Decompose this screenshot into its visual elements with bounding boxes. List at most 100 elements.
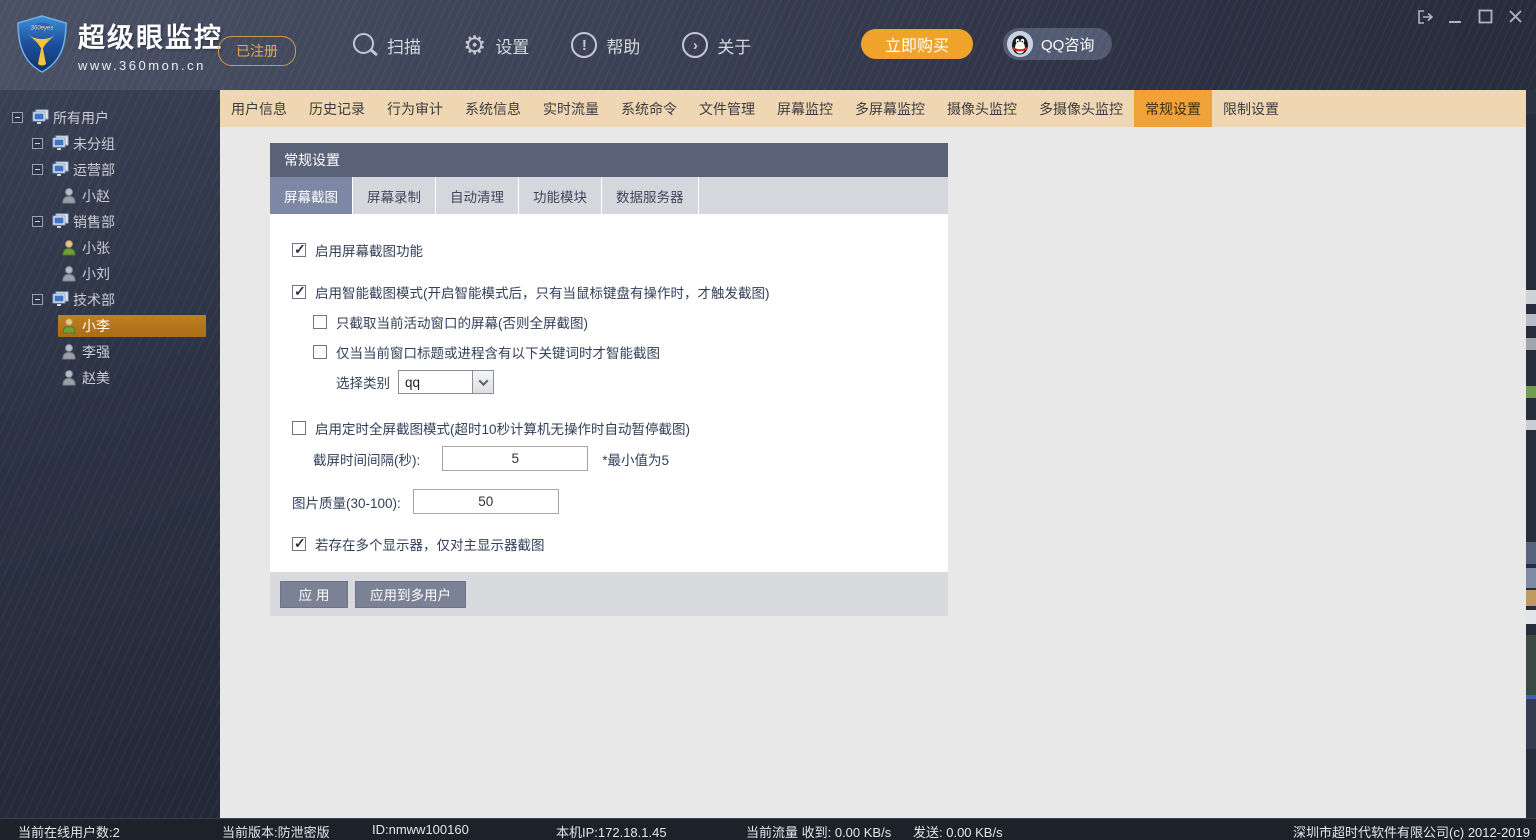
tree-item-label: 小赵 [82,186,110,206]
user-online-icon [60,317,78,334]
help-icon: ! [571,32,597,58]
tree-item-label: 小李 [82,316,110,336]
collapse-toggle-icon[interactable] [32,164,43,175]
active-window-only-checkbox[interactable] [313,315,327,329]
app-title: 超级眼监控 [78,16,223,55]
status-id: ID:nmww100160 [372,822,469,837]
tree-item-user-xiaoliu[interactable]: 小刘 [0,262,220,285]
maximize-icon[interactable] [1477,8,1494,25]
tree-item-user-liqiang[interactable]: 李强 [0,340,220,363]
tree-item-ungrouped[interactable]: 未分组 [0,132,220,155]
tree-item-tech-dept[interactable]: 技术部 [0,288,220,311]
timed-fullscreen-label: 启用定时全屏截图模式(超时10秒计算机无操作时自动暂停截图) [315,418,690,438]
subtab-screenshot[interactable]: 屏幕截图 [270,177,353,214]
status-online-count: 当前在线用户数:2 [18,822,120,840]
close-icon[interactable] [1507,8,1524,25]
category-select[interactable]: qq [398,370,494,394]
nav-settings[interactable]: ⚙ 设置 [463,32,529,58]
title-block: 超级眼监控 www.360mon.cn [78,16,223,73]
timed-fullscreen-checkbox[interactable] [292,421,306,435]
app-logo: 360eyes 超级眼监控 www.360mon.cn [14,14,223,74]
tree-item-user-xiaozhang[interactable]: 小张 [0,236,220,259]
tree-item-user-zhaomei[interactable]: 赵美 [0,366,220,389]
nav-help[interactable]: ! 帮助 [571,32,640,58]
subtab-function-module[interactable]: 功能模块 [519,177,602,214]
enable-screenshot-checkbox[interactable] [292,243,306,257]
search-icon [352,32,378,58]
collapse-toggle-icon[interactable] [12,112,23,123]
panel-footer: 应 用 应用到多用户 [270,572,948,616]
multi-monitor-label: 若存在多个显示器，仅对主显示器截图 [315,534,545,554]
main-tab-bar: 用户信息 历史记录 行为审计 系统信息 实时流量 系统命令 文件管理 屏幕监控 … [220,90,1526,127]
tab-multi-screen-monitor[interactable]: 多屏幕监控 [844,90,936,127]
tab-file-manager[interactable]: 文件管理 [688,90,766,127]
collapse-toggle-icon[interactable] [32,294,43,305]
tab-user-info[interactable]: 用户信息 [220,90,298,127]
main-content: 常规设置 屏幕截图 屏幕录制 自动清理 功能模块 数据服务器 启用屏幕截图功能 … [220,127,1526,818]
subtab-data-server[interactable]: 数据服务器 [602,177,699,214]
app-window: 360eyes 超级眼监控 www.360mon.cn 已注册 扫描 ⚙ 设置 … [0,0,1536,840]
qq-consult-button[interactable]: QQ咨询 [1003,28,1112,60]
tree-item-label: 李强 [82,342,110,362]
multi-monitor-checkbox[interactable] [292,537,306,551]
tab-realtime-traffic[interactable]: 实时流量 [532,90,610,127]
computer-group-icon [51,213,69,230]
active-window-only-label: 只截取当前活动窗口的屏幕(否则全屏截图) [336,312,588,332]
enable-screenshot-label: 启用屏幕截图功能 [315,240,423,260]
enable-smart-mode-checkbox[interactable] [292,285,306,299]
nav-settings-label: 设置 [495,33,529,58]
tab-system-command[interactable]: 系统命令 [610,90,688,127]
interval-hint: *最小值为5 [602,449,669,469]
tab-screen-monitor[interactable]: 屏幕监控 [766,90,844,127]
tree-item-label: 赵美 [82,368,110,388]
collapse-toggle-icon[interactable] [32,216,43,227]
tab-system-info[interactable]: 系统信息 [454,90,532,127]
about-icon: › [682,32,708,58]
minimize-icon[interactable] [1447,8,1464,25]
category-label: 选择类别 [336,372,390,392]
settings-subtabs: 屏幕截图 屏幕录制 自动清理 功能模块 数据服务器 [270,177,948,214]
header-bar: 360eyes 超级眼监控 www.360mon.cn 已注册 扫描 ⚙ 设置 … [0,0,1536,90]
subtab-auto-clean[interactable]: 自动清理 [436,177,519,214]
tab-camera-monitor[interactable]: 摄像头监控 [936,90,1028,127]
tree-item-operations-dept[interactable]: 运营部 [0,158,220,181]
user-offline-icon [60,265,78,282]
computer-group-icon [51,135,69,152]
status-traffic-received: 当前流量 收到: 0.00 KB/s [746,822,891,840]
tree-item-sales-dept[interactable]: 销售部 [0,210,220,233]
subtab-screen-record[interactable]: 屏幕录制 [353,177,436,214]
tree-item-label: 未分组 [73,134,115,154]
apply-to-multi-users-button[interactable]: 应用到多用户 [355,581,466,608]
tree-item-label: 小张 [82,238,110,258]
quality-input[interactable] [413,489,559,514]
tab-multi-camera-monitor[interactable]: 多摄像头监控 [1028,90,1134,127]
keyword-only-label: 仅当当前窗口标题或进程含有以下关键词时才智能截图 [336,342,660,362]
interval-label: 截屏时间间隔(秒): [313,449,420,469]
nav-about[interactable]: › 关于 [682,32,751,58]
status-bar: 当前在线用户数:2 当前版本:防泄密版 ID:nmww100160 本机IP:1… [0,818,1536,840]
tab-general-settings[interactable]: 常规设置 [1134,90,1212,127]
status-copyright: 深圳市超时代软件有限公司(c) 2012-2019 [1293,822,1530,840]
nav-scan[interactable]: 扫描 [352,32,421,58]
tree-item-label: 所有用户 [53,108,109,128]
chevron-down-icon[interactable] [472,371,493,393]
apply-button[interactable]: 应 用 [280,581,348,608]
computer-group-icon [51,291,69,308]
collapse-toggle-icon[interactable] [32,138,43,149]
interval-input[interactable] [442,446,588,471]
tree-item-user-xiaoli-selected[interactable]: 小李 [0,314,220,337]
tab-restriction-settings[interactable]: 限制设置 [1212,90,1290,127]
buy-now-button[interactable]: 立即购买 [861,29,973,59]
tree-item-all-users[interactable]: 所有用户 [0,106,220,129]
quality-label: 图片质量(30-100): [292,492,401,512]
tab-history[interactable]: 历史记录 [298,90,376,127]
window-controls [1417,8,1524,25]
keyword-only-checkbox[interactable] [313,345,327,359]
nav-scan-label: 扫描 [387,33,421,58]
user-offline-icon [60,369,78,386]
tree-item-user-xiaozhao[interactable]: 小赵 [0,184,220,207]
logout-icon[interactable] [1417,8,1434,25]
tab-behavior-audit[interactable]: 行为审计 [376,90,454,127]
panel-title: 常规设置 [270,143,948,177]
app-website: www.360mon.cn [78,58,223,73]
